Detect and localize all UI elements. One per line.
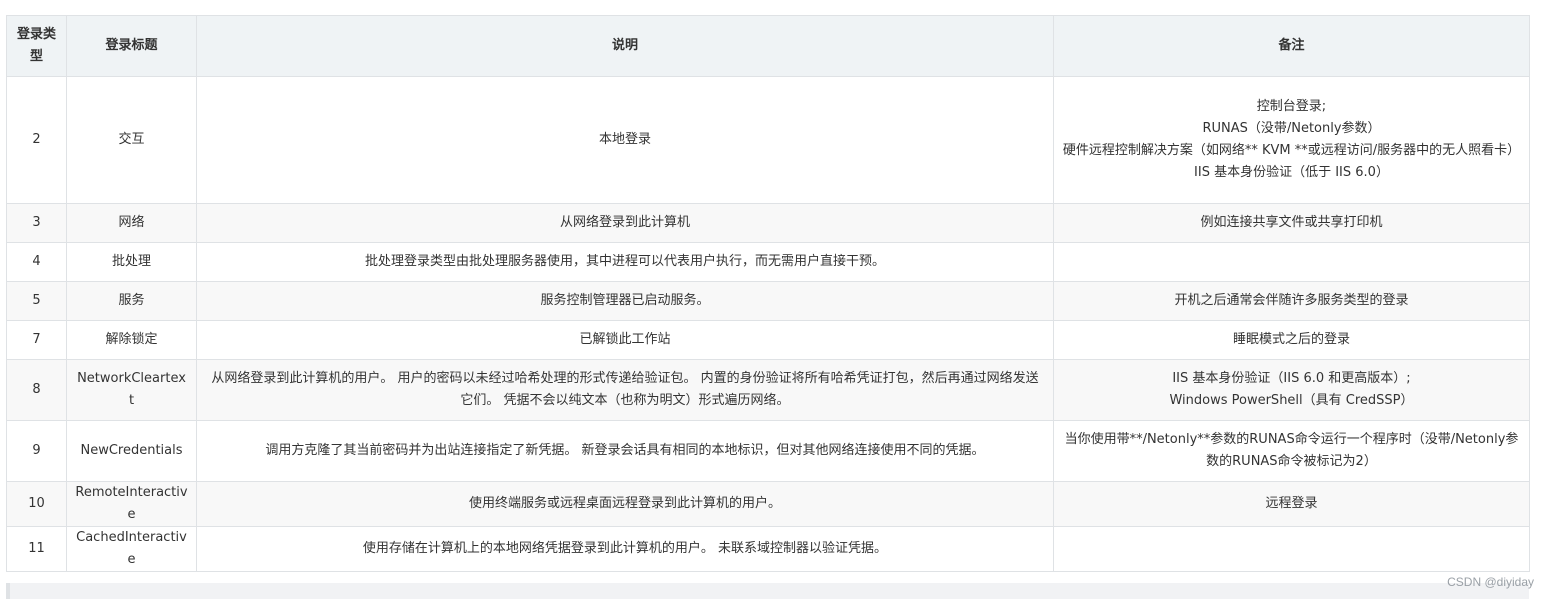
description-line: 调用方克隆了其当前密码并为出站连接指定了新凭据。 新登录会话具有相同的本地标识，… xyxy=(265,443,985,458)
note-line: 开机之后通常会伴随许多服务类型的登录 xyxy=(1174,293,1409,308)
cell-logon-type: 2 xyxy=(6,76,67,204)
note-line: IIS 基本身份验证（IIS 6.0 和更高版本）; xyxy=(1172,371,1411,386)
cell-logon-title: 网络 xyxy=(66,203,197,243)
cell-logon-title: NetworkCleartext xyxy=(66,359,197,421)
description-line: 批处理登录类型由批处理服务器使用，其中进程可以代表用户执行，而无需用户直接干预。 xyxy=(364,254,885,269)
cell-logon-type: 8 xyxy=(6,359,67,421)
cell-notes xyxy=(1053,242,1530,282)
cell-description: 从网络登录到此计算机的用户。 用户的密码以未经过哈希处理的形式传递给验证包。 内… xyxy=(196,359,1054,421)
cell-description: 从网络登录到此计算机 xyxy=(196,203,1054,243)
cell-description: 已解锁此工作站 xyxy=(196,320,1054,360)
note-line: 当你使用带**/Netonly**参数的RUNAS命令运行一个程序时（没带/Ne… xyxy=(1064,432,1519,469)
cell-logon-title: 服务 xyxy=(66,281,197,321)
cell-description: 调用方克隆了其当前密码并为出站连接指定了新凭据。 新登录会话具有相同的本地标识，… xyxy=(196,420,1054,482)
table-row: 8 NetworkCleartext 从网络登录到此计算机的用户。 用户的密码以未经… xyxy=(6,359,1530,421)
description-line: 本地登录 xyxy=(598,132,651,147)
table-row: 9 NewCredentials 调用方克隆了其当前密码并为出站连接指定了新凭据。 … xyxy=(6,420,1530,482)
cell-logon-title: RemoteInteractive xyxy=(66,481,197,527)
cell-notes: 控制台登录; RUNAS（没带/Netonly参数） 硬件远程控制解决方案（如网络*… xyxy=(1053,76,1530,204)
note-line: RUNAS（没带/Netonly参数） xyxy=(1202,121,1381,136)
description-line: 服务控制管理器已启动服务。 xyxy=(540,293,710,308)
cell-logon-title: 解除锁定 xyxy=(66,320,197,360)
cell-notes: 睡眠模式之后的登录 xyxy=(1053,320,1530,360)
cell-logon-title: NewCredentials xyxy=(66,420,197,482)
cell-logon-title: CachedInteractive xyxy=(66,526,197,572)
cell-notes xyxy=(1053,526,1530,572)
cell-logon-type: 10 xyxy=(6,481,67,527)
cell-notes: 当你使用带**/Netonly**参数的RUNAS命令运行一个程序时（没带/Ne… xyxy=(1053,420,1530,482)
cell-logon-type: 9 xyxy=(6,420,67,482)
table-row: 3 网络 从网络登录到此计算机 例如连接共享文件或共享打印机 xyxy=(6,203,1530,243)
description-line: 从网络登录到此计算机 xyxy=(559,215,690,230)
cell-logon-type: 11 xyxy=(6,526,67,572)
note-line: Windows PowerShell（具有 CredSSP） xyxy=(1169,393,1414,408)
cell-notes: 例如连接共享文件或共享打印机 xyxy=(1053,203,1530,243)
cell-logon-type: 4 xyxy=(6,242,67,282)
cell-description: 使用存储在计算机上的本地网络凭据登录到此计算机的用户。 未联系域控制器以验证凭据… xyxy=(196,526,1054,572)
page: 登录类型 登录标题 说明 备注 2 交互 本地登录 控制台登录; RUNAS（没带/Ne… xyxy=(0,0,1550,599)
table-body: 2 交互 本地登录 控制台登录; RUNAS（没带/Netonly参数） 硬件远程控制解决… xyxy=(6,76,1530,572)
code-block-top xyxy=(6,583,1529,599)
table-row: 4 批处理 批处理登录类型由批处理服务器使用，其中进程可以代表用户执行，而无需用户直… xyxy=(6,242,1530,282)
note-line: 睡眠模式之后的登录 xyxy=(1232,332,1350,347)
header-logon-type: 登录类型 xyxy=(6,15,67,77)
cell-description: 批处理登录类型由批处理服务器使用，其中进程可以代表用户执行，而无需用户直接干预。 xyxy=(196,242,1054,282)
cell-notes: 开机之后通常会伴随许多服务类型的登录 xyxy=(1053,281,1530,321)
table-header: 登录类型 登录标题 说明 备注 xyxy=(6,15,1530,77)
cell-notes: 远程登录 xyxy=(1053,481,1530,527)
cell-description: 服务控制管理器已启动服务。 xyxy=(196,281,1054,321)
header-logon-title: 登录标题 xyxy=(66,15,197,77)
note-line: 控制台登录; xyxy=(1256,99,1327,114)
table-row: 5 服务 服务控制管理器已启动服务。 开机之后通常会伴随许多服务类型的登录 xyxy=(6,281,1530,321)
description-line: 从网络登录到此计算机的用户。 用户的密码以未经过哈希处理的形式传递给验证包。 内… xyxy=(211,371,1039,408)
note-line: 例如连接共享文件或共享打印机 xyxy=(1200,215,1383,230)
table-row: 10 RemoteInteractive 使用终端服务或远程桌面远程登录到此计算机的… xyxy=(6,481,1530,527)
cell-description: 使用终端服务或远程桌面远程登录到此计算机的用户。 xyxy=(196,481,1054,527)
header-notes: 备注 xyxy=(1053,15,1530,77)
header-row: 登录类型 登录标题 说明 备注 xyxy=(6,15,1530,77)
cell-logon-title: 批处理 xyxy=(66,242,197,282)
cell-description: 本地登录 xyxy=(196,76,1054,204)
description-line: 使用存储在计算机上的本地网络凭据登录到此计算机的用户。 未联系域控制器以验证凭据… xyxy=(362,541,888,556)
cell-notes: IIS 基本身份验证（IIS 6.0 和更高版本）; Windows PowerS… xyxy=(1053,359,1530,421)
note-line: 远程登录 xyxy=(1265,496,1318,511)
note-line: IIS 基本身份验证（低于 IIS 6.0） xyxy=(1194,165,1389,180)
note-line: 硬件远程控制解决方案（如网络** KVM **或远程访问/服务器中的无人照看卡） xyxy=(1062,143,1521,158)
table-row: 2 交互 本地登录 控制台登录; RUNAS（没带/Netonly参数） 硬件远程控制解决… xyxy=(6,76,1530,204)
cell-logon-type: 5 xyxy=(6,281,67,321)
cell-logon-type: 7 xyxy=(6,320,67,360)
cell-logon-title: 交互 xyxy=(66,76,197,204)
description-line: 使用终端服务或远程桌面远程登录到此计算机的用户。 xyxy=(468,496,781,511)
csdn-watermark: CSDN @diyiday xyxy=(1447,575,1534,589)
table-row: 11 CachedInteractive 使用存储在计算机上的本地网络凭据登录到此计… xyxy=(6,526,1530,572)
header-description: 说明 xyxy=(196,15,1054,77)
description-line: 已解锁此工作站 xyxy=(579,332,671,347)
logon-types-table: 登录类型 登录标题 说明 备注 2 交互 本地登录 控制台登录; RUNAS（没带/Ne… xyxy=(6,15,1530,572)
table-row: 7 解除锁定 已解锁此工作站 睡眠模式之后的登录 xyxy=(6,320,1530,360)
cell-logon-type: 3 xyxy=(6,203,67,243)
